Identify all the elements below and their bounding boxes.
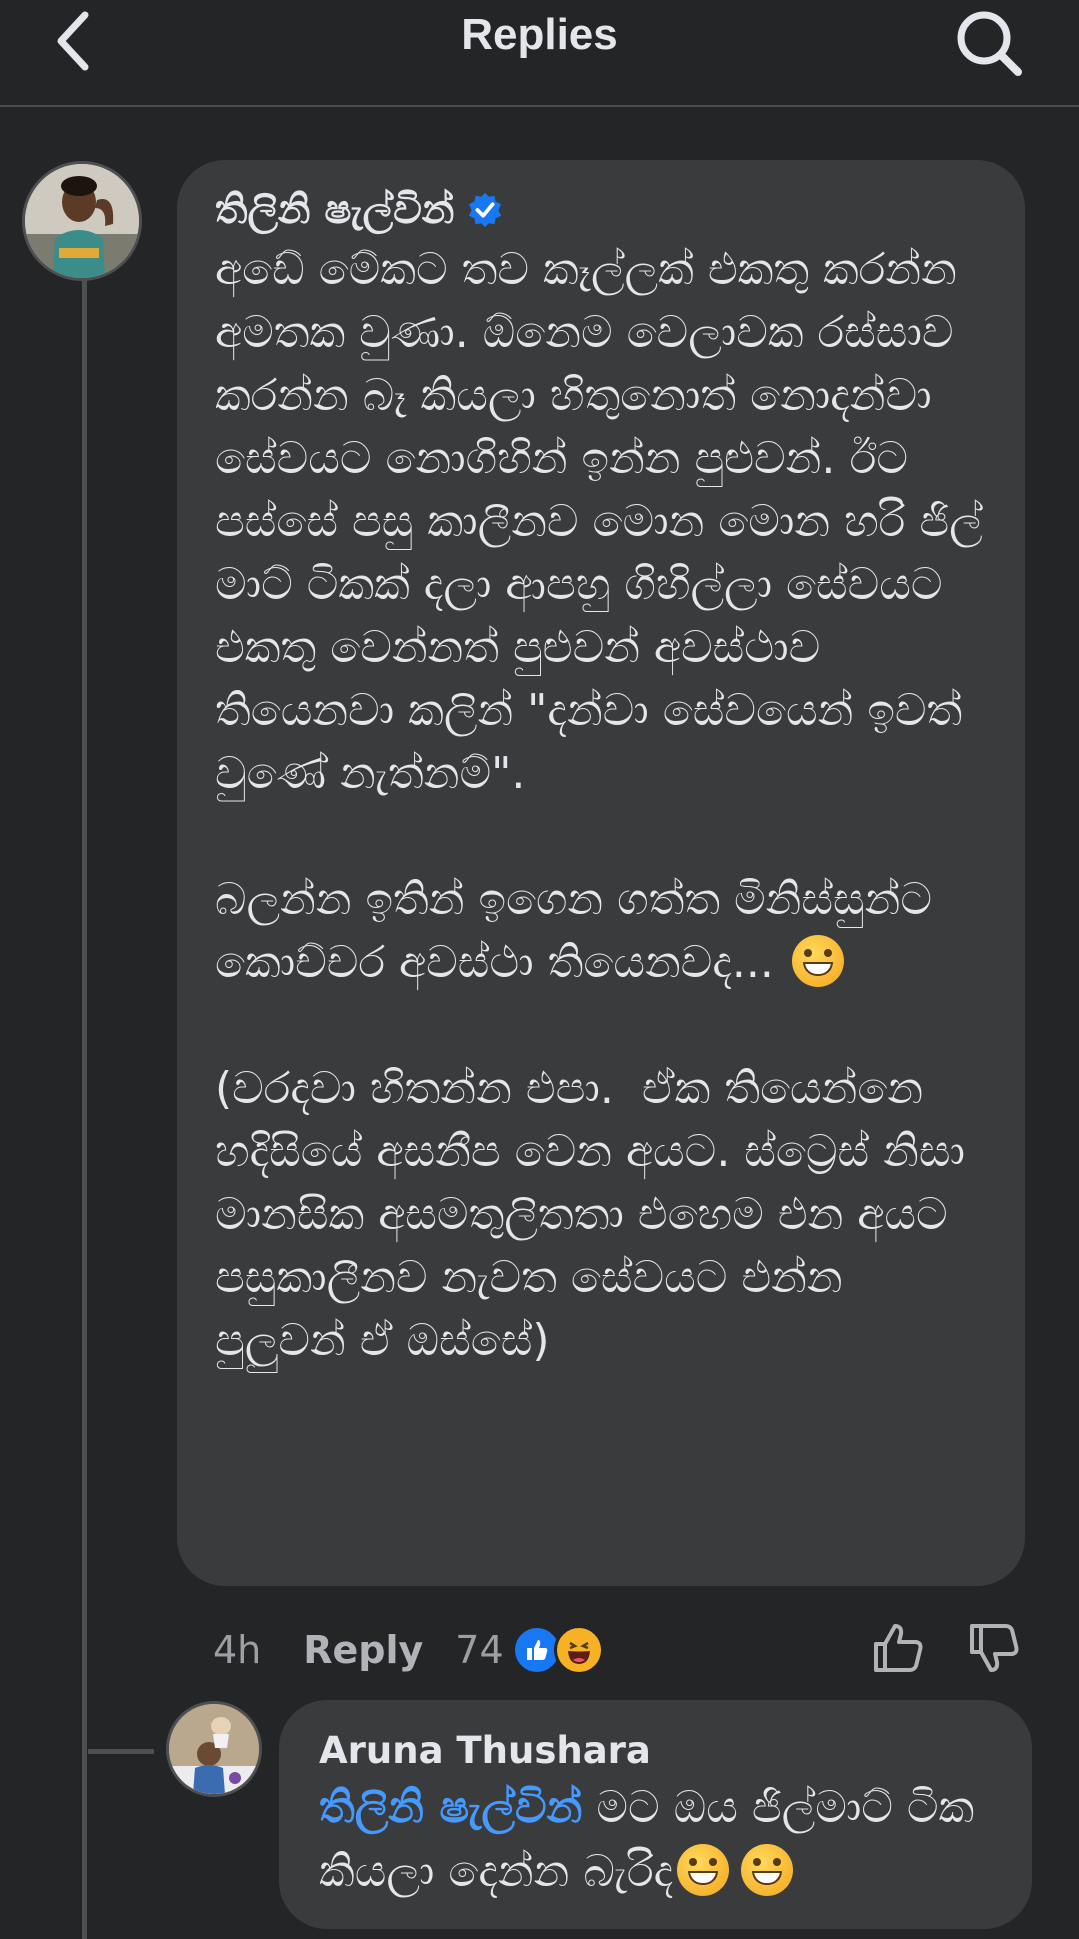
grinning-emoji-icon: [791, 935, 844, 987]
haha-icon: [553, 1625, 604, 1675]
profile-photo-icon: [169, 1704, 259, 1794]
verified-badge-icon: [469, 192, 502, 228]
avatar[interactable]: [22, 161, 142, 281]
comment-text: අඩේ මේකට තව කෑල්ලක් එකතු කරන්න අමතක වුණා…: [215, 238, 987, 1372]
downvote-button[interactable]: [966, 1620, 1022, 1676]
page-title: Replies: [461, 10, 618, 59]
top-bar: Replies: [0, 0, 1079, 107]
grinning-emoji-icon: [741, 1844, 794, 1896]
profile-photo-icon: [25, 164, 139, 278]
mention-link[interactable]: තිලිනි ෂැල්වින්: [319, 1782, 582, 1833]
comment-text-body: අඩේ මේකට තව කෑල්ලක් එකතු කරන්න අමතක වුණා…: [215, 244, 983, 988]
reply-author[interactable]: Aruna Thushara: [319, 1726, 996, 1776]
search-icon: [957, 11, 1022, 76]
comment-actions: 4h Reply 74: [213, 1620, 604, 1680]
reply-text: තිලිනි ෂැල්වින් මට ඔය ජිල්මාට් ටික කියලා…: [319, 1776, 996, 1904]
reply-bubble: Aruna Thushara තිලිනි ෂැල්වින් මට ඔය ජිල…: [279, 1700, 1032, 1929]
thumbs-down-icon: [970, 1624, 1019, 1672]
thumbs-up-icon: [874, 1624, 923, 1672]
comment-author[interactable]: තිලිනි ෂැල්වින්: [215, 182, 454, 238]
reaction-count[interactable]: 74: [455, 1628, 503, 1672]
upvote-button[interactable]: [870, 1620, 926, 1676]
timestamp: 4h: [213, 1628, 262, 1672]
thread-branch: [88, 1749, 154, 1754]
avatar[interactable]: [166, 1701, 262, 1797]
reply-button[interactable]: Reply: [303, 1628, 423, 1672]
comment-bubble: තිලිනි ෂැල්වින් අඩේ මේකට තව කෑල්ලක් එකතු…: [177, 160, 1025, 1586]
comment-text-note: (වරදවා හිතන්න එපා. ඒක තියෙන්නෙ හදිසියේ අ…: [215, 1063, 979, 1366]
comment-author-row: තිලිනි ෂැල්වින්: [215, 182, 987, 238]
reaction-icons[interactable]: [511, 1625, 604, 1675]
search-button[interactable]: [952, 6, 1026, 80]
grinning-emoji-icon: [677, 1844, 730, 1896]
thread-line: [82, 280, 87, 1939]
